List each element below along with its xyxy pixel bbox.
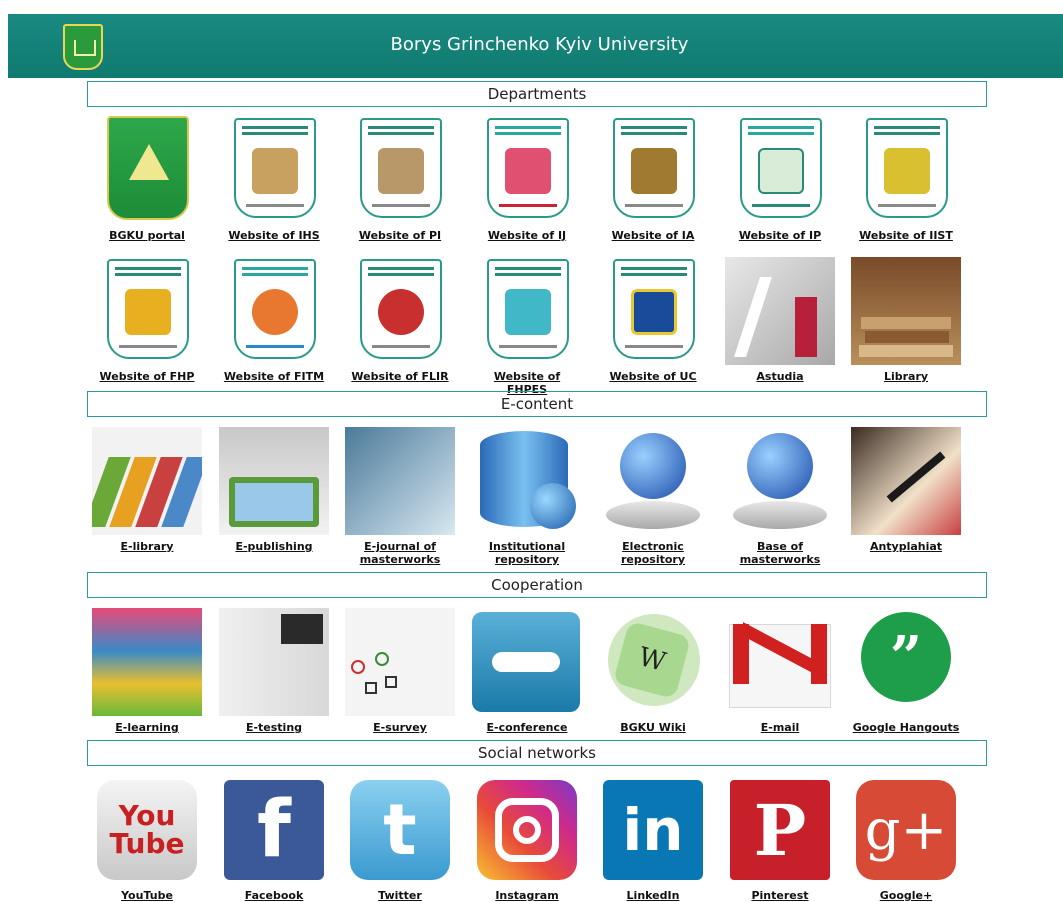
hangouts-icon: ” [851,608,961,716]
fitm-badge-icon [234,259,316,359]
e-library-link[interactable]: E-library [92,427,202,553]
page-title: Borys Grinchenko Kyiv University [390,34,689,55]
instagram-link[interactable]: Instagram [472,776,582,902]
institutional-repository-link[interactable]: Institutional repository [472,427,582,566]
books-icon [92,427,202,535]
fhp-badge-icon [107,259,189,359]
flir-badge-icon [360,259,442,359]
google-hangouts-link[interactable]: ” Google Hangouts [851,608,961,734]
dept-link-pi[interactable]: Website of PI [345,116,455,242]
dept-link-ia[interactable]: Website of IA [598,116,708,242]
checkbox-list-icon [219,608,329,716]
wiki-puzzle-icon: W [598,608,708,716]
dept-link-fhp[interactable]: Website of FHP [92,257,202,383]
pinterest-link[interactable]: P Pinterest [725,776,835,902]
iist-badge-icon [866,118,948,218]
ihs-badge-icon [234,118,316,218]
dept-link-ij[interactable]: Website of IJ [472,116,582,242]
facebook-link[interactable]: f Facebook [219,776,329,902]
dept-link-ip[interactable]: Website of IP [725,116,835,242]
linkedin-link[interactable]: in LinkedIn [598,776,708,902]
e-mail-link[interactable]: E-mail [725,608,835,734]
electronic-repository-link[interactable]: Electronic repository [598,427,708,566]
e-testing-link[interactable]: E-testing [219,608,329,734]
antyplahiat-link[interactable]: Antyplahiat [851,427,961,553]
section-departments: Departments [87,81,987,107]
section-cooperation: Cooperation [87,572,987,598]
google-plus-link[interactable]: g+ Google+ [851,776,961,902]
pinterest-icon: P [730,780,830,880]
dept-link-bgku-portal[interactable]: BGKU portal [92,116,202,242]
base-of-masterworks-link[interactable]: Base of masterworks [725,427,835,566]
dept-link-ihs[interactable]: Website of IHS [219,116,329,242]
e-survey-link[interactable]: E-survey [345,608,455,734]
e-conference-link[interactable]: E-conference [472,608,582,734]
e-journal-link[interactable]: E-journal of masterworks [345,427,455,566]
database-icon [472,427,582,535]
bgku-wiki-link[interactable]: W BGKU Wiki [598,608,708,734]
dept-link-iist[interactable]: Website of IIST [851,116,961,242]
ia-badge-icon [613,118,695,218]
section-econtent: E-content [87,391,987,417]
survey-checkbox-icon [345,608,455,716]
twitter-icon: t [350,780,450,880]
library-link[interactable]: Library [851,257,961,383]
astudia-link[interactable]: Astudia [725,257,835,383]
globe-icon [598,427,708,535]
dept-link-fhpes[interactable]: Website of FHPES [472,257,582,396]
google-plus-icon: g+ [856,780,956,880]
fhpes-badge-icon [487,259,569,359]
fountain-pen-icon [851,427,961,535]
ebook-reader-icon [219,427,329,535]
e-learning-link[interactable]: E-learning [92,608,202,734]
twitter-link[interactable]: t Twitter [345,776,455,902]
open-journal-icon [345,427,455,535]
youtube-icon: You Tube [97,780,197,880]
instagram-icon [477,780,577,880]
e-publishing-link[interactable]: E-publishing [219,427,329,553]
site-header: Borys Grinchenko Kyiv University [8,14,1063,78]
linkedin-icon: in [603,780,703,880]
ip-badge-icon [740,118,822,218]
youtube-link[interactable]: You Tube YouTube [92,776,202,902]
library-books-icon [851,257,961,365]
dept-link-flir[interactable]: Website of FLIR [345,257,455,383]
astudia-logo-icon [725,257,835,365]
section-social-networks: Social networks [87,740,987,766]
dept-link-uc[interactable]: Website of UC [598,257,708,383]
globe-icon [725,427,835,535]
uc-badge-icon [613,259,695,359]
pi-badge-icon [360,118,442,218]
bgku-portal-logo-icon [107,116,189,220]
ij-badge-icon [487,118,569,218]
stacked-books-icon [92,608,202,716]
gmail-envelope-icon [725,608,835,716]
facebook-icon: f [224,780,324,880]
conference-group-icon [472,608,582,716]
dept-link-fitm[interactable]: Website of FITM [219,257,329,383]
